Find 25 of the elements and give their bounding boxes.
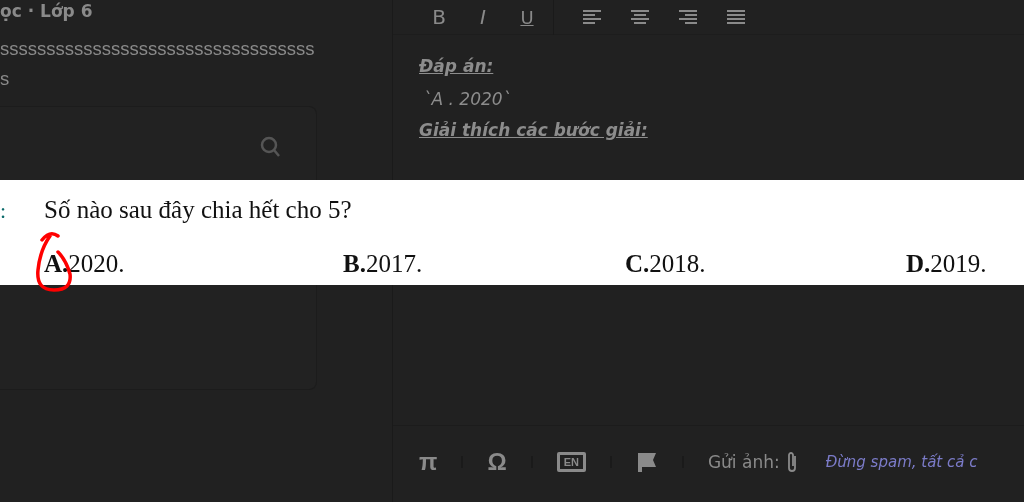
language-button[interactable]: EN <box>556 452 586 472</box>
explanation-heading: Giải thích các bước giải: <box>419 119 649 141</box>
symbol-button[interactable]: Ω <box>487 448 507 476</box>
align-right-icon[interactable] <box>679 10 697 24</box>
attach-label: Gửi ảnh: <box>707 452 780 472</box>
flag-icon[interactable] <box>635 451 658 473</box>
message-field[interactable]: Đừng spam, tất cả c <box>823 452 1024 472</box>
question-text: Số nào sau đây chia hết cho 5? <box>44 196 352 224</box>
description-text: sssssssssssssssssssssssssssssssssss <box>0 37 316 91</box>
format-button[interactable]: U <box>505 6 549 28</box>
format-button[interactable]: B <box>417 5 461 29</box>
answer-option: B.2017. <box>343 250 625 278</box>
answer-option: D.2019. <box>906 250 987 278</box>
format-button[interactable]: I <box>461 5 505 29</box>
answer-option: A.2020. <box>44 250 343 278</box>
answer-text: `A . 2020` <box>423 89 513 109</box>
align-justify-icon[interactable] <box>727 10 745 24</box>
symbol-button[interactable]: π <box>419 448 438 476</box>
label-fragment: : <box>0 198 7 224</box>
align-center-icon[interactable] <box>631 10 649 24</box>
page-heading: ọc · Lớp 6 <box>0 0 94 22</box>
paperclip-icon[interactable] <box>785 450 798 474</box>
align-left-icon[interactable] <box>583 10 601 24</box>
answer-heading: Đáp án: <box>419 55 495 77</box>
answer-option: C.2018. <box>625 250 906 278</box>
